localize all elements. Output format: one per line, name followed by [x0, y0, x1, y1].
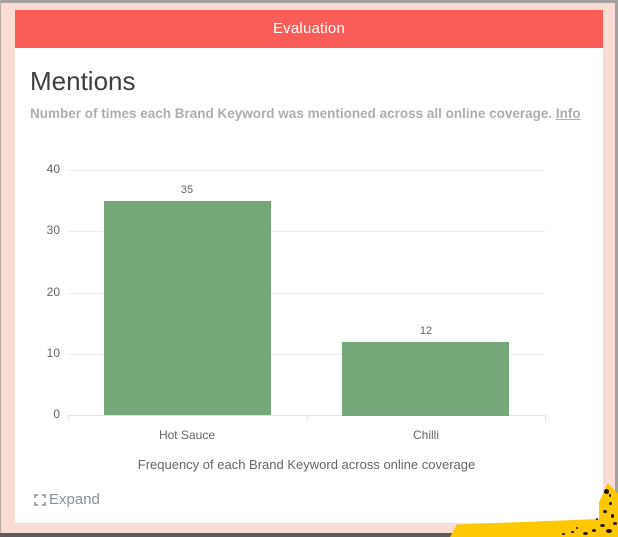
- page-title: Mentions: [30, 66, 136, 96]
- expand-label: Expand: [49, 491, 100, 508]
- y-tick-label-10: 10: [46, 346, 60, 360]
- mentions-bar-chart: 0 10 20 30 40 35 Hot Sauce 12 Chilli Frequency of…: [15, 150, 603, 480]
- bar-value-chilli: 12: [419, 325, 433, 337]
- modal-title: Evaluation: [272, 20, 346, 37]
- x-tick-label-hot-sauce: Hot Sauce: [158, 428, 216, 442]
- y-tick-label-40: 40: [46, 162, 60, 176]
- modal-header: Evaluation: [15, 10, 603, 48]
- x-axis-tick: [545, 415, 546, 421]
- expand-button[interactable]: Expand: [34, 491, 100, 508]
- evaluation-modal: Evaluation Mentions Number of times each…: [15, 10, 603, 523]
- x-axis-tick: [307, 415, 308, 421]
- y-tick-label-20: 20: [46, 285, 60, 299]
- window-frame-top: [0, 0, 618, 3]
- panel-subtitle: Number of times each Brand Keyword was m…: [30, 106, 600, 121]
- info-link[interactable]: Info: [556, 106, 581, 121]
- window-frame-left: [0, 0, 1, 537]
- bar-hot-sauce[interactable]: [104, 201, 271, 415]
- x-axis-tick: [68, 415, 69, 421]
- subtitle-text: Number of times each Brand Keyword was m…: [30, 106, 553, 121]
- expand-icon: [34, 493, 46, 506]
- gridline-40: [68, 170, 545, 171]
- y-tick-label-30: 30: [46, 223, 60, 237]
- y-tick-label-0: 0: [53, 407, 60, 421]
- bar-value-hot-sauce: 35: [180, 184, 194, 196]
- x-tick-label-chilli: Chilli: [412, 428, 439, 442]
- x-axis-title: Frequency of each Brand Keyword across o…: [137, 457, 476, 472]
- bar-chilli[interactable]: [342, 342, 509, 416]
